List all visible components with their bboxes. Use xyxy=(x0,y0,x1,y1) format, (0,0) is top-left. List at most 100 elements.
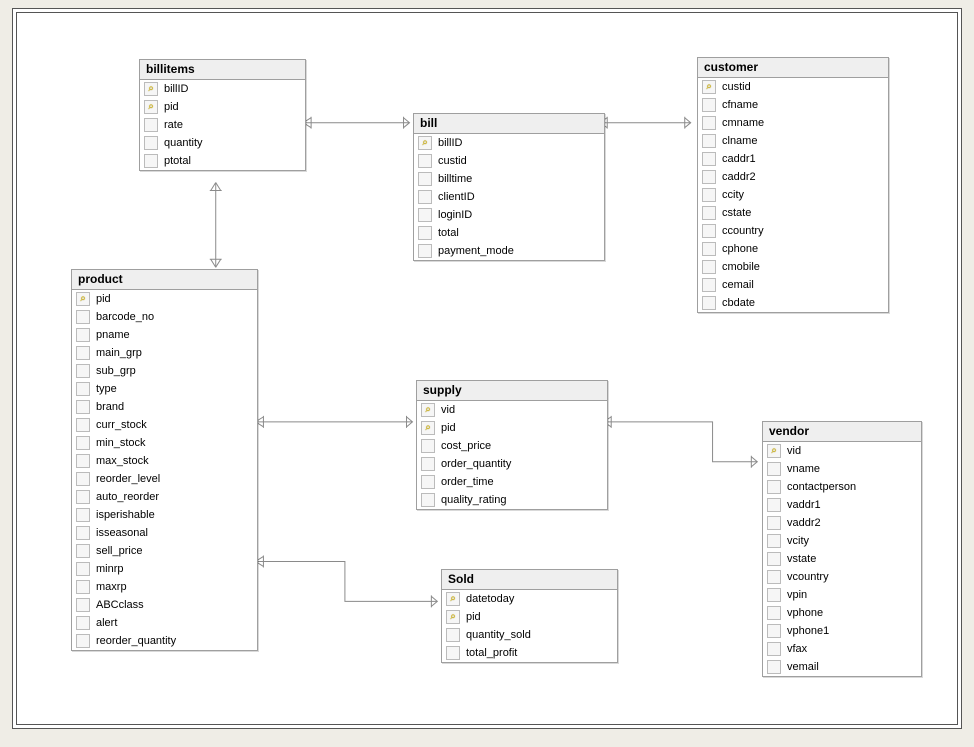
column-cemail[interactable]: cemail xyxy=(698,276,888,294)
column-quantity-sold[interactable]: quantity_sold xyxy=(442,626,617,644)
column-contactperson[interactable]: contactperson xyxy=(763,478,921,496)
outer-border: billitems ⌕billID ⌕pid rate quantity pto… xyxy=(12,8,962,729)
key-icon: ⌕ xyxy=(76,292,90,306)
column-quality-rating[interactable]: quality_rating xyxy=(417,491,607,509)
column-icon xyxy=(418,190,432,204)
key-icon: ⌕ xyxy=(418,136,432,150)
column-ptotal[interactable]: ptotal xyxy=(140,152,305,170)
table-header[interactable]: customer xyxy=(698,58,888,78)
column-custid[interactable]: ⌕custid xyxy=(698,78,888,96)
column-icon xyxy=(76,400,90,414)
column-minrp[interactable]: minrp xyxy=(72,560,257,578)
column-cstate[interactable]: cstate xyxy=(698,204,888,222)
column-barcode-no[interactable]: barcode_no xyxy=(72,308,257,326)
column-order-quantity[interactable]: order_quantity xyxy=(417,455,607,473)
column-pid[interactable]: ⌕pid xyxy=(442,608,617,626)
column-vid[interactable]: ⌕vid xyxy=(417,401,607,419)
column-rate[interactable]: rate xyxy=(140,116,305,134)
table-header[interactable]: vendor xyxy=(763,422,921,442)
table-header[interactable]: billitems xyxy=(140,60,305,80)
column-datetoday[interactable]: ⌕datetoday xyxy=(442,590,617,608)
column-reorder-level[interactable]: reorder_level xyxy=(72,470,257,488)
column-billtime[interactable]: billtime xyxy=(414,170,604,188)
table-supply[interactable]: supply ⌕vid ⌕pid cost_price order_quanti… xyxy=(416,380,608,510)
column-vaddr2[interactable]: vaddr2 xyxy=(763,514,921,532)
column-main-grp[interactable]: main_grp xyxy=(72,344,257,362)
table-header[interactable]: Sold xyxy=(442,570,617,590)
column-max-stock[interactable]: max_stock xyxy=(72,452,257,470)
column-cmname[interactable]: cmname xyxy=(698,114,888,132)
column-cbdate[interactable]: cbdate xyxy=(698,294,888,312)
column-order-time[interactable]: order_time xyxy=(417,473,607,491)
column-clientID[interactable]: clientID xyxy=(414,188,604,206)
column-custid[interactable]: custid xyxy=(414,152,604,170)
column-vphone1[interactable]: vphone1 xyxy=(763,622,921,640)
column-icon xyxy=(702,206,716,220)
column-maxrp[interactable]: maxrp xyxy=(72,578,257,596)
column-billID[interactable]: ⌕billID xyxy=(414,134,604,152)
column-icon xyxy=(144,136,158,150)
column-cmobile[interactable]: cmobile xyxy=(698,258,888,276)
column-total-profit[interactable]: total_profit xyxy=(442,644,617,662)
column-type[interactable]: type xyxy=(72,380,257,398)
column-cfname[interactable]: cfname xyxy=(698,96,888,114)
column-pid[interactable]: ⌕pid xyxy=(72,290,257,308)
column-icon xyxy=(767,462,781,476)
column-auto-reorder[interactable]: auto_reorder xyxy=(72,488,257,506)
inner-border: billitems ⌕billID ⌕pid rate quantity pto… xyxy=(16,12,958,725)
column-brand[interactable]: brand xyxy=(72,398,257,416)
column-vid[interactable]: ⌕vid xyxy=(763,442,921,460)
column-cphone[interactable]: cphone xyxy=(698,240,888,258)
column-icon xyxy=(767,480,781,494)
column-isseasonal[interactable]: isseasonal xyxy=(72,524,257,542)
column-min-stock[interactable]: min_stock xyxy=(72,434,257,452)
table-bill[interactable]: bill ⌕billID custid billtime clientID lo… xyxy=(413,113,605,261)
column-ccity[interactable]: ccity xyxy=(698,186,888,204)
column-payment-mode[interactable]: payment_mode xyxy=(414,242,604,260)
column-icon xyxy=(76,508,90,522)
column-total[interactable]: total xyxy=(414,224,604,242)
column-icon xyxy=(76,616,90,630)
column-vfax[interactable]: vfax xyxy=(763,640,921,658)
column-pid[interactable]: ⌕pid xyxy=(140,98,305,116)
column-icon xyxy=(418,154,432,168)
column-curr-stock[interactable]: curr_stock xyxy=(72,416,257,434)
table-header[interactable]: supply xyxy=(417,381,607,401)
column-vphone[interactable]: vphone xyxy=(763,604,921,622)
key-icon: ⌕ xyxy=(144,82,158,96)
column-pname[interactable]: pname xyxy=(72,326,257,344)
column-icon xyxy=(418,244,432,258)
table-header[interactable]: bill xyxy=(414,114,604,134)
table-product[interactable]: product ⌕pid barcode_no pname main_grp s… xyxy=(71,269,258,651)
table-sold[interactable]: Sold ⌕datetoday ⌕pid quantity_sold total… xyxy=(441,569,618,663)
column-abcclass[interactable]: ABCclass xyxy=(72,596,257,614)
table-vendor[interactable]: vendor ⌕vid vname contactperson vaddr1 v… xyxy=(762,421,922,677)
column-alert[interactable]: alert xyxy=(72,614,257,632)
column-icon xyxy=(767,570,781,584)
table-customer[interactable]: customer ⌕custid cfname cmname clname ca… xyxy=(697,57,889,313)
column-billID[interactable]: ⌕billID xyxy=(140,80,305,98)
column-vpin[interactable]: vpin xyxy=(763,586,921,604)
column-vcity[interactable]: vcity xyxy=(763,532,921,550)
column-vcountry[interactable]: vcountry xyxy=(763,568,921,586)
table-billitems[interactable]: billitems ⌕billID ⌕pid rate quantity pto… xyxy=(139,59,306,171)
column-sub-grp[interactable]: sub_grp xyxy=(72,362,257,380)
column-isperishable[interactable]: isperishable xyxy=(72,506,257,524)
column-ccountry[interactable]: ccountry xyxy=(698,222,888,240)
column-clname[interactable]: clname xyxy=(698,132,888,150)
column-quantity[interactable]: quantity xyxy=(140,134,305,152)
column-reorder-quantity[interactable]: reorder_quantity xyxy=(72,632,257,650)
column-loginID[interactable]: loginID xyxy=(414,206,604,224)
column-vname[interactable]: vname xyxy=(763,460,921,478)
column-caddr1[interactable]: caddr1 xyxy=(698,150,888,168)
column-cost-price[interactable]: cost_price xyxy=(417,437,607,455)
column-vemail[interactable]: vemail xyxy=(763,658,921,676)
column-vaddr1[interactable]: vaddr1 xyxy=(763,496,921,514)
column-icon xyxy=(421,493,435,507)
table-header[interactable]: product xyxy=(72,270,257,290)
column-sell-price[interactable]: sell_price xyxy=(72,542,257,560)
column-icon xyxy=(767,624,781,638)
column-pid[interactable]: ⌕pid xyxy=(417,419,607,437)
column-caddr2[interactable]: caddr2 xyxy=(698,168,888,186)
column-vstate[interactable]: vstate xyxy=(763,550,921,568)
